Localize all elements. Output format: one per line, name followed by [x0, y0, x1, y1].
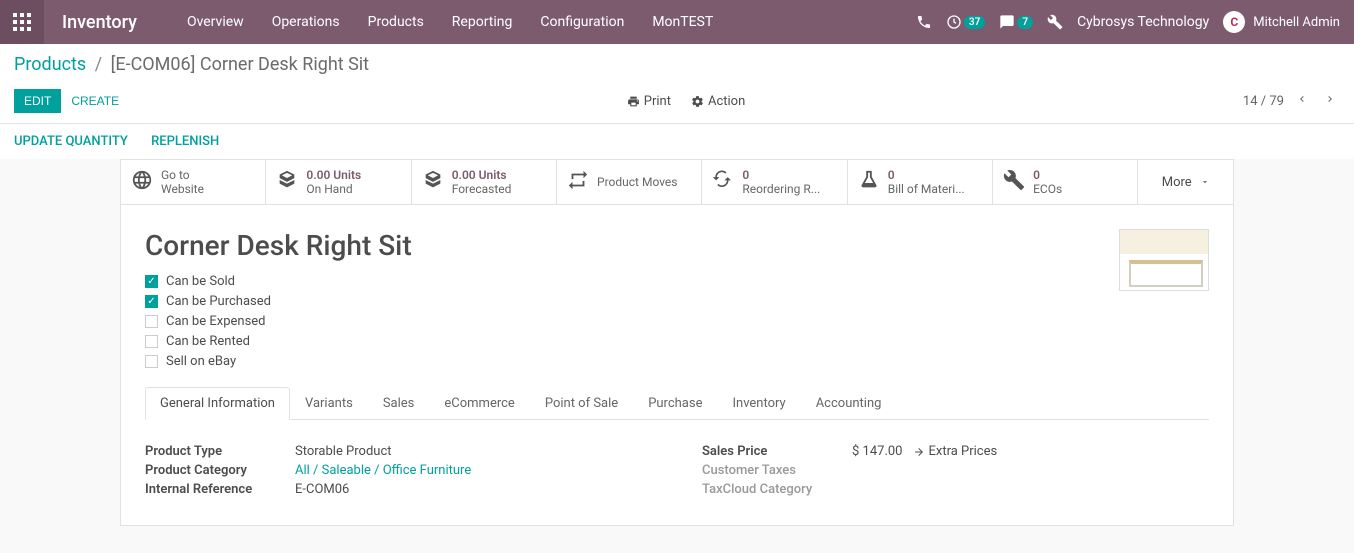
label-sales-price: Sales Price	[702, 444, 852, 459]
cubes-icon	[276, 169, 298, 195]
label-product-type: Product Type	[145, 444, 295, 459]
stat-ecos[interactable]: 0ECOs	[993, 160, 1138, 204]
avatar: C	[1223, 11, 1245, 33]
create-button[interactable]: Create	[61, 89, 129, 113]
tabs: General Information Variants Sales eComm…	[145, 387, 1209, 420]
nav-right: 37 7 Cybrosys Technology C Mitchell Admi…	[916, 11, 1354, 33]
action-dropdown[interactable]: Action	[691, 94, 745, 109]
user-name: Mitchell Admin	[1253, 15, 1340, 30]
user-menu[interactable]: C Mitchell Admin	[1223, 11, 1340, 33]
flask-icon	[858, 169, 880, 195]
debug-icon[interactable]	[1047, 14, 1063, 30]
edit-button[interactable]: Edit	[14, 89, 61, 113]
print-button[interactable]: Print	[627, 94, 671, 109]
pager-next[interactable]	[1320, 89, 1340, 113]
wrench-icon	[1003, 169, 1025, 195]
value-product-type: Storable Product	[295, 444, 392, 459]
phone-icon[interactable]	[916, 14, 932, 30]
stat-bom[interactable]: 0Bill of Materi...	[848, 160, 993, 204]
product-title: Corner Desk Right Sit	[145, 229, 1209, 262]
tab-ecommerce[interactable]: eCommerce	[429, 387, 529, 420]
value-internal-reference: E-COM06	[295, 482, 349, 497]
chk-sell-on-ebay[interactable]: Sell on eBay	[145, 354, 1209, 369]
tab-variants[interactable]: Variants	[290, 387, 368, 420]
tab-point-of-sale[interactable]: Point of Sale	[530, 387, 633, 420]
nav-menu: Overview Operations Products Reporting C…	[175, 0, 725, 44]
product-image[interactable]	[1119, 229, 1209, 291]
discuss-icon[interactable]: 7	[999, 14, 1033, 30]
print-icon	[627, 95, 640, 108]
stat-go-to-website[interactable]: Go toWebsite	[121, 160, 266, 204]
nav-item-configuration[interactable]: Configuration	[528, 0, 636, 44]
secondary-actions: Update Quantity Replenish	[0, 124, 1354, 159]
label-customer-taxes: Customer Taxes	[702, 463, 852, 478]
tab-general-information[interactable]: General Information	[145, 387, 290, 420]
checkbox-icon	[145, 295, 158, 308]
nav-item-reporting[interactable]: Reporting	[440, 0, 525, 44]
nav-item-products[interactable]: Products	[356, 0, 436, 44]
checkbox-icon	[145, 315, 158, 328]
refresh-icon	[712, 169, 734, 195]
stat-reordering[interactable]: 0Reordering R...	[702, 160, 847, 204]
label-taxcloud: TaxCloud Category	[702, 482, 852, 497]
checkbox-icon	[145, 275, 158, 288]
stat-forecasted[interactable]: 0.00 UnitsForecasted	[412, 160, 557, 204]
form-container: Go toWebsite 0.00 UnitsOn Hand 0.00 Unit…	[110, 159, 1244, 526]
pager-prev[interactable]	[1292, 89, 1312, 113]
tab-purchase[interactable]: Purchase	[633, 387, 717, 420]
apps-menu-icon[interactable]	[0, 0, 44, 44]
chk-can-be-purchased[interactable]: Can be Purchased	[145, 294, 1209, 309]
value-sales-price: $ 147.00	[852, 444, 903, 459]
exchange-icon	[567, 169, 589, 195]
stat-product-moves[interactable]: Product Moves	[557, 160, 702, 204]
label-product-category: Product Category	[145, 463, 295, 478]
stat-on-hand[interactable]: 0.00 UnitsOn Hand	[266, 160, 411, 204]
control-panel: Products / [E-COM06] Corner Desk Right S…	[0, 44, 1354, 124]
app-title[interactable]: Inventory	[44, 12, 155, 33]
stat-more-dropdown[interactable]: More	[1138, 160, 1233, 204]
discuss-badge: 7	[1017, 16, 1033, 29]
globe-icon	[131, 169, 153, 195]
pager: 14 / 79	[1243, 89, 1340, 113]
checkbox-icon	[145, 335, 158, 348]
nav-item-montest[interactable]: MonTEST	[640, 0, 725, 44]
activities-icon[interactable]: 37	[946, 14, 985, 30]
nav-item-overview[interactable]: Overview	[175, 0, 256, 44]
label-internal-reference: Internal Reference	[145, 482, 295, 497]
nav-item-operations[interactable]: Operations	[260, 0, 352, 44]
chk-can-be-sold[interactable]: Can be Sold	[145, 274, 1209, 289]
checkbox-icon	[145, 355, 158, 368]
company-selector[interactable]: Cybrosys Technology	[1077, 14, 1209, 30]
caret-down-icon	[1200, 177, 1210, 187]
replenish-button[interactable]: Replenish	[151, 134, 219, 149]
cubes-icon	[422, 169, 444, 195]
stat-buttons-row: Go toWebsite 0.00 UnitsOn Hand 0.00 Unit…	[120, 159, 1234, 204]
gear-icon	[691, 95, 704, 108]
value-product-category[interactable]: All / Saleable / Office Furniture	[295, 463, 471, 478]
update-quantity-button[interactable]: Update Quantity	[14, 134, 128, 149]
chk-can-be-rented[interactable]: Can be Rented	[145, 334, 1209, 349]
chk-can-be-expensed[interactable]: Can be Expensed	[145, 314, 1209, 329]
breadcrumb-current: [E-COM06] Corner Desk Right Sit	[111, 54, 369, 75]
form-sheet: Corner Desk Right Sit Can be Sold Can be…	[120, 204, 1234, 526]
breadcrumb-root[interactable]: Products	[14, 54, 86, 75]
activities-badge: 37	[964, 16, 985, 29]
arrow-right-icon	[913, 446, 925, 458]
top-navbar: Inventory Overview Operations Products R…	[0, 0, 1354, 44]
extra-prices-button[interactable]: Extra Prices	[913, 444, 998, 459]
tab-accounting[interactable]: Accounting	[801, 387, 897, 420]
tab-inventory[interactable]: Inventory	[717, 387, 800, 420]
form-grid: Product TypeStorable Product Product Cat…	[145, 420, 1209, 501]
tab-sales[interactable]: Sales	[368, 387, 430, 420]
breadcrumb: Products / [E-COM06] Corner Desk Right S…	[14, 54, 1340, 75]
